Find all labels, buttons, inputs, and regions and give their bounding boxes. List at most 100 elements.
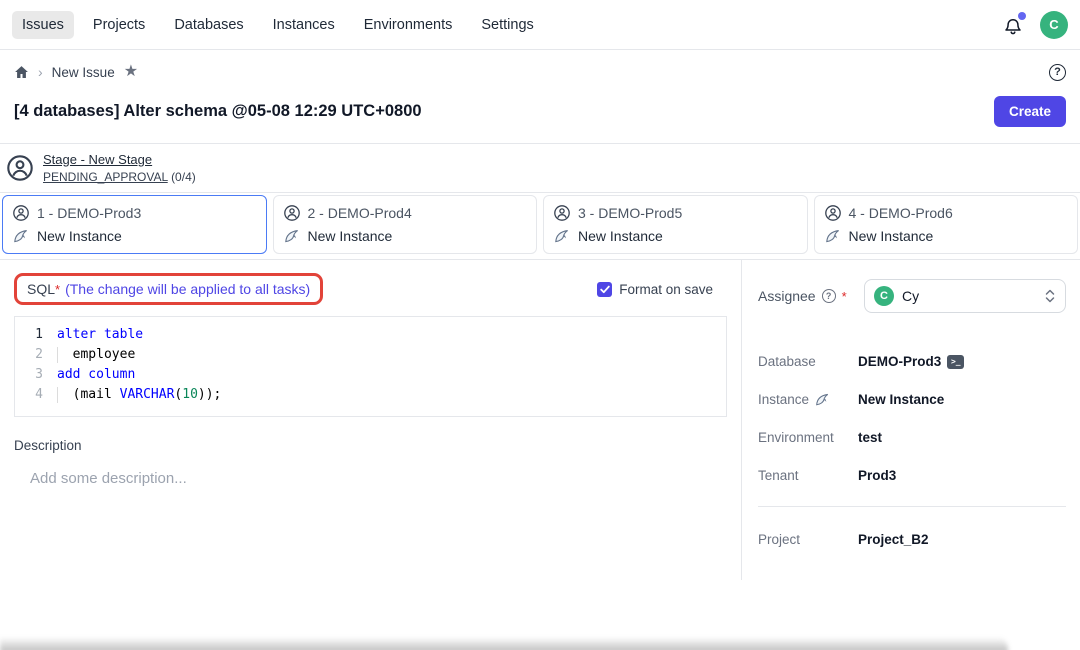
field-label: Tenant: [758, 468, 858, 483]
code-line: 2 employee: [15, 345, 726, 365]
mysql-dolphin-icon: [13, 228, 29, 244]
format-on-save-checkbox[interactable]: [597, 282, 612, 297]
field-label: Instance: [758, 392, 858, 407]
task-card-demo-prod6[interactable]: 4 - DEMO-Prod6 New Instance: [814, 195, 1079, 254]
field-label: Project: [758, 532, 858, 547]
assignee-help-icon[interactable]: ?: [822, 289, 836, 303]
issue-sidebar: Assignee ? * C Cy Database DEMO-Prod3: [742, 260, 1080, 580]
code-line: 4 (mail VARCHAR(10));: [15, 385, 726, 405]
nav-item-projects[interactable]: Projects: [83, 11, 155, 39]
task-tab-row: 1 - DEMO-Prod3 New Instance 2 - DEMO-Pro…: [0, 193, 1080, 260]
home-icon[interactable]: [14, 65, 29, 80]
person-circle-icon: [554, 205, 570, 221]
sql-panel: SQL* (The change will be applied to all …: [0, 260, 742, 580]
assignee-value: Cy: [902, 288, 919, 304]
field-label: Environment: [758, 430, 858, 445]
task-instance: New Instance: [554, 228, 797, 244]
task-instance-label: New Instance: [578, 228, 663, 244]
task-label: 3 - DEMO-Prod5: [578, 205, 682, 221]
stage-strip: Stage - New Stage PENDING_APPROVAL (0/4): [0, 143, 1080, 193]
notification-bell-icon[interactable]: [1002, 14, 1024, 36]
title-row: [4 databases] Alter schema @05-08 12:29 …: [0, 88, 1080, 143]
sql-header-row: SQL* (The change will be applied to all …: [14, 273, 727, 305]
mysql-dolphin-icon: [554, 228, 570, 244]
sql-label-highlight-annotation: SQL* (The change will be applied to all …: [14, 273, 323, 305]
nav-item-issues[interactable]: Issues: [12, 11, 74, 39]
mysql-dolphin-icon: [815, 392, 830, 407]
nav-item-databases[interactable]: Databases: [164, 11, 253, 39]
stage-progress: (0/4): [171, 170, 196, 184]
required-asterisk: *: [55, 282, 60, 297]
create-button[interactable]: Create: [994, 96, 1066, 127]
assignee-avatar: C: [874, 286, 894, 306]
field-value: New Instance: [858, 392, 944, 407]
task-label: 2 - DEMO-Prod4: [308, 205, 412, 221]
field-value: test: [858, 430, 882, 445]
field-value: DEMO-Prod3 >_: [858, 354, 964, 369]
sql-note: (The change will be applied to all tasks…: [65, 281, 310, 297]
person-circle-icon: [284, 205, 300, 221]
task-title: 3 - DEMO-Prod5: [554, 205, 797, 221]
task-instance-label: New Instance: [37, 228, 122, 244]
field-database: Database DEMO-Prod3 >_: [758, 354, 1066, 369]
task-card-demo-prod4[interactable]: 2 - DEMO-Prod4 New Instance: [273, 195, 538, 254]
field-value: Prod3: [858, 468, 896, 483]
bottom-window-shadow: [0, 637, 1008, 650]
description-input[interactable]: Add some description...: [14, 470, 727, 487]
stage-status-link[interactable]: PENDING_APPROVAL: [43, 170, 168, 184]
task-card-demo-prod5[interactable]: 3 - DEMO-Prod5 New Instance: [543, 195, 808, 254]
favorite-star-icon[interactable]: ★: [124, 64, 138, 80]
field-tenant: Tenant Prod3: [758, 468, 1066, 483]
main-content: SQL* (The change will be applied to all …: [0, 260, 1080, 580]
page-title: [4 databases] Alter schema @05-08 12:29 …: [14, 102, 422, 121]
line-number: 1: [15, 325, 57, 345]
task-label: 4 - DEMO-Prod6: [849, 205, 953, 221]
user-avatar[interactable]: C: [1040, 11, 1068, 39]
format-on-save-label: Format on save: [619, 282, 713, 297]
nav-item-environments[interactable]: Environments: [354, 11, 463, 39]
field-label: Database: [758, 354, 858, 369]
field-project: Project Project_B2: [758, 532, 1066, 547]
sql-label: SQL*: [27, 281, 60, 297]
select-chevrons-icon: [1044, 288, 1056, 304]
top-nav: Issues Projects Databases Instances Envi…: [0, 0, 1080, 50]
breadcrumb-page[interactable]: New Issue: [52, 65, 115, 80]
mysql-dolphin-icon: [284, 228, 300, 244]
stage-texts: Stage - New Stage PENDING_APPROVAL (0/4): [43, 152, 196, 184]
format-on-save-toggle[interactable]: Format on save: [597, 282, 713, 297]
stage-status: PENDING_APPROVAL (0/4): [43, 170, 196, 184]
detail-fields: Database DEMO-Prod3 >_ Instance New Inst…: [758, 354, 1066, 483]
help-icon[interactable]: ?: [1049, 64, 1066, 81]
field-value: Project_B2: [858, 532, 929, 547]
mysql-dolphin-icon: [825, 228, 841, 244]
task-title: 4 - DEMO-Prod6: [825, 205, 1068, 221]
assignee-label: Assignee ? *: [758, 288, 847, 304]
task-instance-label: New Instance: [308, 228, 393, 244]
code-line: 1 alter table: [15, 325, 726, 345]
breadcrumb: › New Issue ★ ?: [0, 56, 1080, 88]
task-card-demo-prod3[interactable]: 1 - DEMO-Prod3 New Instance: [2, 195, 267, 254]
app-window: Issues Projects Databases Instances Envi…: [0, 0, 1080, 650]
sql-console-icon[interactable]: >_: [947, 355, 964, 369]
stage-name-link[interactable]: Stage - New Stage: [43, 152, 196, 167]
task-label: 1 - DEMO-Prod3: [37, 205, 141, 221]
task-instance: New Instance: [284, 228, 527, 244]
code-line: 3 add column: [15, 365, 726, 385]
notification-dot: [1018, 12, 1026, 20]
line-number: 4: [15, 385, 57, 405]
required-asterisk: *: [842, 289, 847, 304]
person-circle-icon: [825, 205, 841, 221]
task-title: 2 - DEMO-Prod4: [284, 205, 527, 221]
task-instance-label: New Instance: [849, 228, 934, 244]
breadcrumb-separator: ›: [38, 64, 43, 80]
description-label: Description: [14, 438, 727, 453]
assignee-select[interactable]: C Cy: [864, 279, 1066, 313]
task-instance: New Instance: [825, 228, 1068, 244]
person-circle-icon: [13, 205, 29, 221]
sql-code-editor[interactable]: 1 alter table 2 employee 3 add column 4 …: [14, 316, 727, 417]
task-title: 1 - DEMO-Prod3: [13, 205, 256, 221]
field-environment: Environment test: [758, 430, 1066, 445]
nav-item-settings[interactable]: Settings: [471, 11, 543, 39]
nav-item-instances[interactable]: Instances: [263, 11, 345, 39]
approver-icon: [7, 155, 33, 181]
